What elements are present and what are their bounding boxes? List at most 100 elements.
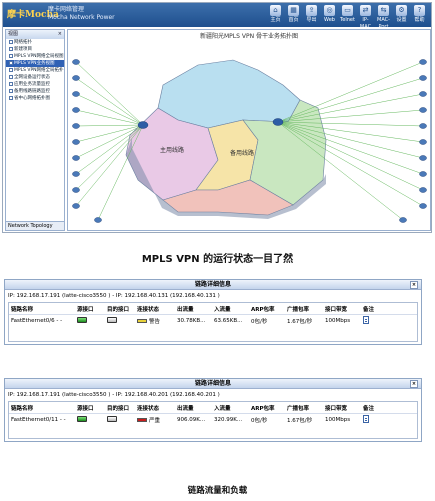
header-bandwidth: 接口带宽: [325, 306, 348, 313]
toolbar-map-button[interactable]: ▦ 首页: [286, 5, 301, 31]
tree-item-label: 备用线路链路监控: [14, 89, 50, 94]
status-swatch: [137, 319, 147, 323]
region-label-primary: 主用线路: [160, 146, 184, 154]
toolbar: ⌂ 主页 ▦ 首页 ⇪ 导出 ◎ Web ▭ Telnet ⇄ IP-MAC ⇆ MAC-Po…: [268, 5, 427, 31]
remark-cell[interactable]: [361, 415, 385, 425]
bandwidth: 100Mbps: [325, 417, 351, 423]
tree-item-traffic-monitor[interactable]: 应用业务流量监控: [6, 81, 64, 88]
tree-item-label: 新建项目: [14, 47, 32, 52]
header-link-name: 链路名称: [11, 306, 34, 313]
port-up-icon: [77, 317, 87, 323]
panel-title-bar: 链路详细信息 ×: [5, 280, 421, 290]
toolbar-help-button[interactable]: ? 帮助: [412, 5, 427, 31]
tree-item-network-topology[interactable]: 网络拓扑: [6, 39, 64, 46]
link-detail-panel-1: 链路详细信息 × IP: 192.168.17.191 (latte-cisco…: [4, 279, 422, 345]
tree-item-province-topology[interactable]: 省中心网络拓扑图: [6, 95, 64, 102]
router-icon: [419, 155, 427, 161]
router-icon: [419, 59, 427, 65]
table-row[interactable]: FastEthernet0/6 - - 警告 30.78KB... 63.65K…: [9, 315, 417, 327]
status-text: 严重: [149, 418, 161, 424]
telnet-icon: ▭: [342, 5, 353, 16]
router-icon: [72, 75, 80, 81]
panel-title: 链路详细信息: [194, 380, 231, 387]
toolbar-telnet-button[interactable]: ▭ Telnet: [340, 5, 355, 31]
in-traffic: 320.99K...: [214, 417, 243, 423]
header-remark: 备注: [363, 405, 375, 412]
status-swatch: [137, 418, 147, 422]
out-traffic: 30.78KB...: [177, 318, 206, 324]
router-icon: [72, 123, 80, 129]
header-out-traffic: 出流量: [177, 405, 194, 412]
tree-item-backup-link[interactable]: 备用线路链路监控: [6, 88, 64, 95]
region-map: 主用线路 备用线路: [125, 59, 327, 219]
hub-router-icon: [272, 118, 284, 126]
toolbar-label: 帮助: [414, 17, 425, 23]
toolbar-macport-button[interactable]: ⇆ MAC-Port: [376, 5, 391, 31]
tree-node-icon: [9, 47, 13, 51]
header-dest-port: 目的接口: [107, 306, 130, 313]
router-icon: [72, 171, 80, 177]
header-dest-port: 目的接口: [107, 405, 130, 412]
link-table: 链路名称 源接口 目的接口 连接状态 出流量 入流量 ARP包率 广播包率 接口…: [8, 401, 418, 439]
toolbar-label: 导出: [306, 17, 317, 23]
header-bandwidth: 接口带宽: [325, 405, 348, 412]
remark-cell[interactable]: [361, 316, 385, 326]
toolbar-home-button[interactable]: ⌂ 主页: [268, 5, 283, 31]
tree-item-device-status[interactable]: 全网设备运行状态: [6, 74, 64, 81]
title-bar: 摩卡Mocha 摩卡网络管理 Mocha Network Power ⌂ 主页 ▦…: [3, 3, 431, 30]
header-remark: 备注: [363, 306, 375, 313]
close-button[interactable]: ×: [410, 281, 418, 289]
router-icon: [72, 155, 80, 161]
tree-node-icon: [9, 89, 13, 93]
router-icon: [72, 187, 80, 193]
document-icon: [363, 316, 369, 324]
link-name: FastEthernet0/6 - -: [11, 318, 63, 324]
export-icon: ⇪: [306, 5, 317, 16]
dest-port-cell: [105, 317, 135, 325]
header-status: 连接状态: [137, 306, 160, 313]
router-icon: [72, 107, 80, 113]
router-icon: [419, 107, 427, 113]
router-icon: [94, 217, 102, 223]
tree-item-new-project[interactable]: 新建项目: [6, 46, 64, 53]
caption-top: MPLS VPN 的运行状态一目了然: [141, 254, 294, 265]
source-port-cell: [75, 317, 105, 325]
router-icon: [419, 171, 427, 177]
toolbar-label: 首页: [288, 17, 299, 23]
table-row[interactable]: FastEthernet0/11 - - 严重 906.09K... 320.9…: [9, 414, 417, 426]
topology-map-view[interactable]: 新疆阳光MPLS VPN 骨干业务拓扑图 主用线路 备用线路: [67, 29, 431, 231]
router-icon: [72, 203, 80, 209]
tree-item-global-topology[interactable]: MPLS VPN网络全局拓扑: [6, 67, 64, 74]
app-subtitle: 摩卡网络管理 Mocha Network Power: [48, 6, 115, 22]
port-up-icon: [77, 416, 87, 422]
toolbar-label: Web: [324, 17, 335, 23]
map-icon: ▦: [288, 5, 299, 16]
toolbar-export-button[interactable]: ⇪ 导出: [304, 5, 319, 31]
toolbar-settings-button[interactable]: ⚙ 设置: [394, 5, 409, 31]
tree-item-label: 应用业务流量监控: [14, 82, 50, 87]
topology-map: 主用线路 备用线路: [72, 59, 427, 223]
router-icon: [419, 91, 427, 97]
macport-icon: ⇆: [378, 5, 389, 16]
tree-node-icon: [9, 96, 13, 100]
sidebar: 视图 × 网络拓扑 新建项目 MPLS VPN网络全局视图 MPLS VPN业务…: [5, 29, 65, 231]
ipmac-icon: ⇄: [360, 5, 371, 16]
tree-item-global-view[interactable]: MPLS VPN网络全局视图: [6, 53, 64, 60]
tree-item-label: 网络拓扑: [14, 40, 32, 45]
panel-title-bar: 链路详细信息 ×: [5, 379, 421, 389]
sidebar-close-button[interactable]: ×: [58, 30, 62, 39]
toolbar-ipmac-button[interactable]: ⇄ IP-MAC: [358, 5, 373, 31]
router-icon: [419, 203, 427, 209]
broadcast-rate: 1.67包/秒: [287, 319, 313, 325]
toolbar-web-button[interactable]: ◎ Web: [322, 5, 337, 31]
sidebar-footer: Network Topology: [6, 221, 64, 230]
caption-bottom: 链路流量和负载: [187, 486, 248, 496]
status-cell: 警告: [135, 317, 175, 325]
header-source-port: 源接口: [77, 306, 94, 313]
map-region-north: [157, 59, 301, 129]
tree-item-label: 全网设备运行状态: [14, 75, 50, 80]
tree-item-business-view[interactable]: MPLS VPN业务视图: [6, 60, 64, 67]
region-label-backup: 备用线路: [230, 149, 254, 157]
source-port-cell: [75, 416, 105, 424]
close-button[interactable]: ×: [410, 380, 418, 388]
